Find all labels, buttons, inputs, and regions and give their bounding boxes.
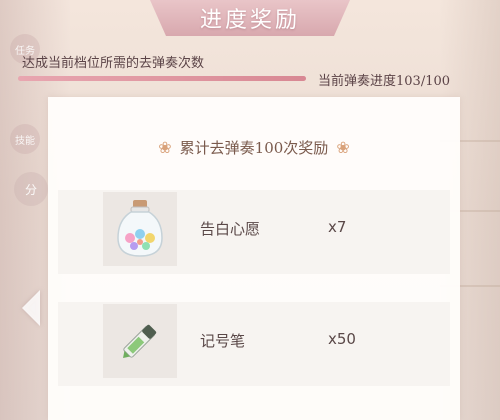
back-arrow-icon[interactable] bbox=[22, 290, 40, 326]
reward-panel-title: ❀ 累计去弹奏100次奖励 ❀ bbox=[48, 137, 460, 158]
side-badge-label: 技能 bbox=[15, 135, 35, 147]
marker-pen-icon[interactable] bbox=[103, 304, 177, 378]
flower-icon: ❀ bbox=[158, 138, 172, 157]
wish-bottle-icon[interactable] bbox=[103, 192, 177, 266]
title-banner: 进度奖励 bbox=[150, 0, 350, 36]
progress-description: 达成当前档位所需的去弹奏次数 bbox=[22, 56, 205, 71]
flower-icon: ❀ bbox=[336, 138, 350, 157]
reward-row: 告白心愿 x7 bbox=[58, 190, 450, 274]
reward-panel: ❀ 累计去弹奏100次奖励 ❀ 告白心愿 x7 记号笔 x50 bbox=[48, 97, 460, 420]
progress-fill bbox=[18, 76, 306, 81]
reward-row: 记号笔 x50 bbox=[58, 302, 450, 386]
progress-label: 当前弹奏进度103/100 bbox=[318, 74, 451, 89]
reward-quantity: x50 bbox=[328, 330, 356, 348]
reward-panel-title-text: 累计去弹奏100次奖励 bbox=[179, 139, 329, 157]
reward-quantity: x7 bbox=[328, 218, 347, 236]
page-title: 进度奖励 bbox=[199, 8, 300, 33]
side-badge-skill[interactable]: 技能 bbox=[10, 124, 40, 154]
share-button[interactable]: 分 bbox=[14, 172, 48, 206]
progress-bar bbox=[18, 76, 306, 81]
reward-name: 记号笔 bbox=[200, 332, 246, 350]
share-label: 分 bbox=[24, 182, 37, 197]
reward-name: 告白心愿 bbox=[200, 220, 261, 238]
